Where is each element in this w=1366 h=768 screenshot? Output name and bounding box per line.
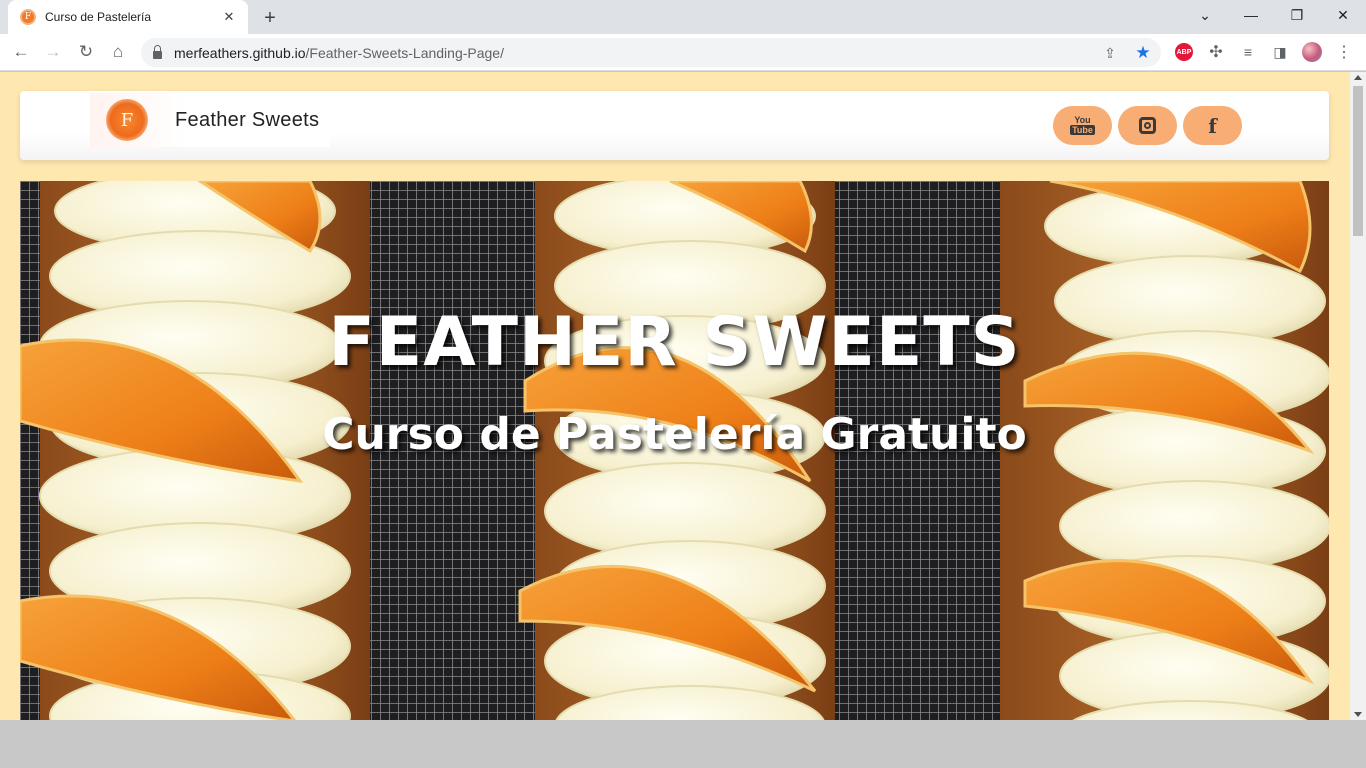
scrollbar-thumb[interactable] xyxy=(1353,86,1363,236)
share-icon[interactable]: ⇪ xyxy=(1099,42,1121,64)
lock-icon[interactable] xyxy=(153,44,162,59)
hero-section: FEATHER SWEETS Curso de Pastelería Gratu… xyxy=(20,181,1329,720)
youtube-button[interactable]: You Tube xyxy=(1053,106,1112,145)
instagram-icon xyxy=(1139,117,1156,134)
url-host: merfeathers.github.io xyxy=(174,44,306,61)
url-path: /Feather-Sweets-Landing-Page/ xyxy=(305,44,504,61)
os-taskbar xyxy=(0,720,1366,768)
browser-tabstrip: F Curso de Pastelería ✕ + ⌄ — ❐ ✕ xyxy=(0,0,1366,34)
url-text[interactable]: merfeathers.github.io/Feather-Sweets-Lan… xyxy=(174,45,504,61)
back-arrow-icon[interactable]: ← xyxy=(7,38,35,66)
reading-list-icon[interactable]: ≡ xyxy=(1236,40,1260,64)
home-icon[interactable]: ⌂ xyxy=(104,38,132,66)
logo-f-icon: F xyxy=(106,99,148,141)
tab-close-icon[interactable]: ✕ xyxy=(220,8,238,26)
address-bar[interactable]: merfeathers.github.io/Feather-Sweets-Lan… xyxy=(141,38,1161,67)
tab-title: Curso de Pastelería xyxy=(45,10,152,24)
browser-toolbar: ← → ↻ ⌂ merfeathers.github.io/Feather-Sw… xyxy=(0,34,1366,71)
brand-name: Feather Sweets xyxy=(175,108,320,131)
browser-menu-kebab-icon[interactable]: ⋮ xyxy=(1332,40,1356,64)
forward-arrow-icon[interactable]: → xyxy=(39,38,67,66)
scroll-up-arrow-icon[interactable] xyxy=(1354,75,1362,80)
youtube-icon: You Tube xyxy=(1070,115,1095,135)
browser-tab-active[interactable]: F Curso de Pastelería ✕ xyxy=(8,0,248,34)
hero-title: FEATHER SWEETS xyxy=(328,303,1021,382)
tab-search-chevron-icon[interactable]: ⌄ xyxy=(1182,0,1228,30)
restore-window-icon[interactable]: ❐ xyxy=(1274,0,1320,30)
hero-subtitle: Curso de Pastelería Gratuito xyxy=(322,409,1027,460)
new-tab-plus-icon[interactable]: + xyxy=(257,5,283,31)
facebook-icon: f xyxy=(1208,113,1217,138)
scroll-down-arrow-icon[interactable] xyxy=(1354,712,1362,717)
extensions-puzzle-icon[interactable]: ✣ xyxy=(1204,40,1228,64)
profile-avatar-icon[interactable] xyxy=(1300,40,1324,64)
tab-favicon-icon: F xyxy=(20,9,36,25)
minimize-window-icon[interactable]: — xyxy=(1228,0,1274,30)
side-panel-icon[interactable]: ◨ xyxy=(1268,40,1292,64)
bookmark-star-icon[interactable]: ★ xyxy=(1132,42,1154,64)
instagram-button[interactable] xyxy=(1118,106,1177,145)
reload-icon[interactable]: ↻ xyxy=(72,38,100,66)
page-scrollbar[interactable] xyxy=(1350,72,1366,720)
site-header: F Feather Sweets You Tube f xyxy=(20,91,1329,160)
brand-logo-link[interactable]: F Feather Sweets xyxy=(90,93,330,147)
facebook-button[interactable]: f xyxy=(1183,106,1242,145)
page-viewport: F Feather Sweets You Tube f FEATHER SWEE… xyxy=(0,72,1350,720)
adblock-plus-icon[interactable]: ABP xyxy=(1172,40,1196,64)
close-window-icon[interactable]: ✕ xyxy=(1320,0,1366,30)
